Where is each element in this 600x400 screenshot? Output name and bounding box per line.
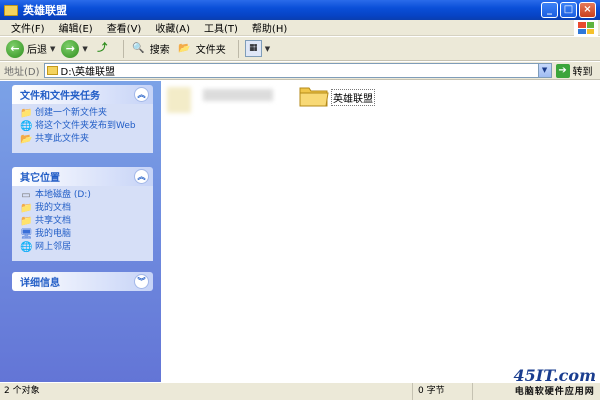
menu-edit[interactable]: 编辑(E): [52, 20, 100, 35]
toolbar: ← 后退 ▼ → ▼ ⤴ 🔍 搜索 📂 文件夹 ▦ ▼: [0, 37, 600, 61]
file-tasks-header[interactable]: 文件和文件夹任务 ︽: [12, 85, 153, 104]
task-label: 将这个文件夹发布到Web: [35, 121, 136, 131]
place-label: 网上邻居: [35, 242, 72, 252]
folder-icon: [46, 66, 58, 75]
new-folder-icon: 📁: [20, 108, 33, 119]
details-title: 详细信息: [20, 278, 60, 289]
other-places-panel: 其它位置 ︽ ▭ 本地磁盘 (D:) 📁 我的文档 📁 共享文档 🖥 我的电脑 …: [12, 167, 153, 261]
address-dropdown-button[interactable]: ▼: [537, 64, 551, 77]
close-button[interactable]: ×: [579, 2, 596, 18]
blurred-item-label: [203, 89, 273, 101]
collapse-icon[interactable]: ︽: [134, 87, 149, 102]
place-label: 共享文档: [35, 216, 72, 226]
window-title: 英雄联盟: [23, 4, 67, 17]
place-local-disk[interactable]: ▭ 本地磁盘 (D:): [20, 190, 147, 201]
place-label: 我的电脑: [35, 229, 72, 239]
go-button[interactable]: ➔ 转到: [555, 63, 593, 78]
chevron-down-icon[interactable]: ▼: [50, 45, 55, 53]
place-network[interactable]: 🌐 网上邻居: [20, 242, 147, 253]
go-arrow-icon: ➔: [555, 63, 570, 78]
task-publish-web[interactable]: 🌐 将这个文件夹发布到Web: [20, 121, 147, 132]
watermark: 45IT.com 电脑软硬件应用网: [513, 367, 596, 397]
shared-documents-icon: 📁: [20, 216, 33, 227]
other-places-body: ▭ 本地磁盘 (D:) 📁 我的文档 📁 共享文档 🖥 我的电脑 🌐 网上邻居: [12, 186, 153, 261]
up-button[interactable]: ⤴: [94, 40, 111, 57]
folders-label: 文件夹: [195, 45, 226, 56]
blurred-item-icon: [167, 87, 191, 113]
task-label: 创建一个新文件夹: [35, 108, 108, 118]
folders-icon: 📂: [178, 43, 191, 54]
menu-tools[interactable]: 工具(T): [197, 20, 245, 35]
local-disk-icon: ▭: [21, 190, 31, 201]
file-tasks-panel: 文件和文件夹任务 ︽ 📁 创建一个新文件夹 🌐 将这个文件夹发布到Web 📂 共…: [12, 85, 153, 153]
search-label: 搜索: [149, 45, 170, 56]
folder-up-icon: ⤴: [97, 43, 108, 54]
place-my-documents[interactable]: 📁 我的文档: [20, 203, 147, 214]
my-computer-icon: 🖥: [20, 229, 33, 240]
back-label: 后退: [27, 45, 47, 56]
task-pane: 文件和文件夹任务 ︽ 📁 创建一个新文件夹 🌐 将这个文件夹发布到Web 📂 共…: [0, 81, 161, 382]
task-label: 共享此文件夹: [35, 134, 90, 144]
folder-icon: [299, 87, 329, 107]
address-value: D:\英雄联盟: [60, 67, 115, 78]
file-tasks-title: 文件和文件夹任务: [20, 91, 100, 102]
status-extra: 45IT.com 电脑软硬件应用网: [473, 367, 600, 400]
place-shared-documents[interactable]: 📁 共享文档: [20, 216, 147, 227]
network-places-icon: 🌐: [20, 242, 33, 253]
watermark-subtitle: 电脑软硬件应用网: [514, 387, 595, 397]
place-label: 我的文档: [35, 203, 72, 213]
menu-favorites[interactable]: 收藏(A): [148, 20, 197, 35]
other-places-header[interactable]: 其它位置 ︽: [12, 167, 153, 186]
windows-logo-icon: [574, 20, 598, 36]
status-size: 0 字节: [413, 383, 473, 400]
menu-file[interactable]: 文件(F): [4, 20, 52, 35]
status-object-count: 2 个对象: [0, 383, 413, 400]
task-share-folder[interactable]: 📂 共享此文件夹: [20, 134, 147, 145]
file-tasks-body: 📁 创建一个新文件夹 🌐 将这个文件夹发布到Web 📂 共享此文件夹: [12, 104, 153, 153]
back-button[interactable]: ← 后退 ▼: [6, 39, 55, 58]
window-controls: _ □ ×: [541, 2, 596, 18]
minimize-button[interactable]: _: [541, 2, 558, 18]
menu-bar: 文件(F) 编辑(E) 查看(V) 收藏(A) 工具(T) 帮助(H): [0, 20, 600, 36]
details-panel: 详细信息 ︾: [12, 272, 153, 291]
folder-name: 英雄联盟: [331, 89, 375, 106]
maximize-button[interactable]: □: [560, 2, 577, 18]
forward-button[interactable]: → ▼: [61, 39, 88, 58]
place-label: 本地磁盘 (D:): [35, 190, 91, 200]
address-input[interactable]: D:\英雄联盟 ▼: [43, 63, 552, 78]
other-places-title: 其它位置: [20, 173, 60, 184]
toolbar-separator: [122, 39, 124, 58]
watermark-logo: 45IT.com: [513, 366, 596, 385]
status-bar: 2 个对象 0 字节 45IT.com 电脑软硬件应用网: [0, 367, 600, 400]
place-my-computer[interactable]: 🖥 我的电脑: [20, 229, 147, 240]
publish-web-icon: 🌐: [20, 121, 33, 132]
my-documents-icon: 📁: [20, 203, 33, 214]
search-button[interactable]: 🔍 搜索: [130, 40, 170, 57]
address-label: 地址(D): [4, 67, 40, 78]
forward-arrow-icon: →: [61, 39, 80, 58]
views-button[interactable]: ▦ ▼: [244, 40, 270, 57]
title-bar[interactable]: 英雄联盟 _ □ ×: [0, 0, 600, 20]
views-icon: ▦: [244, 40, 262, 57]
toolbar-separator: [237, 39, 239, 58]
collapse-icon[interactable]: ︽: [134, 169, 149, 184]
details-header[interactable]: 详细信息 ︾: [12, 272, 153, 291]
address-bar: 地址(D) D:\英雄联盟 ▼ ➔ 转到: [0, 62, 600, 80]
share-folder-icon: 📂: [20, 134, 33, 145]
back-arrow-icon: ←: [6, 39, 24, 58]
menu-help[interactable]: 帮助(H): [245, 20, 294, 35]
folder-icon: [4, 4, 18, 16]
file-list-area[interactable]: 英雄联盟: [161, 81, 600, 382]
task-new-folder[interactable]: 📁 创建一个新文件夹: [20, 108, 147, 119]
folder-item[interactable]: 英雄联盟: [299, 84, 375, 108]
menu-view[interactable]: 查看(V): [100, 20, 149, 35]
expand-icon[interactable]: ︾: [134, 274, 149, 289]
folders-button[interactable]: 📂 文件夹: [176, 40, 226, 57]
search-icon: 🔍: [132, 43, 145, 54]
go-label: 转到: [572, 67, 593, 78]
chevron-down-icon[interactable]: ▼: [82, 45, 87, 53]
chevron-down-icon[interactable]: ▼: [265, 45, 270, 53]
